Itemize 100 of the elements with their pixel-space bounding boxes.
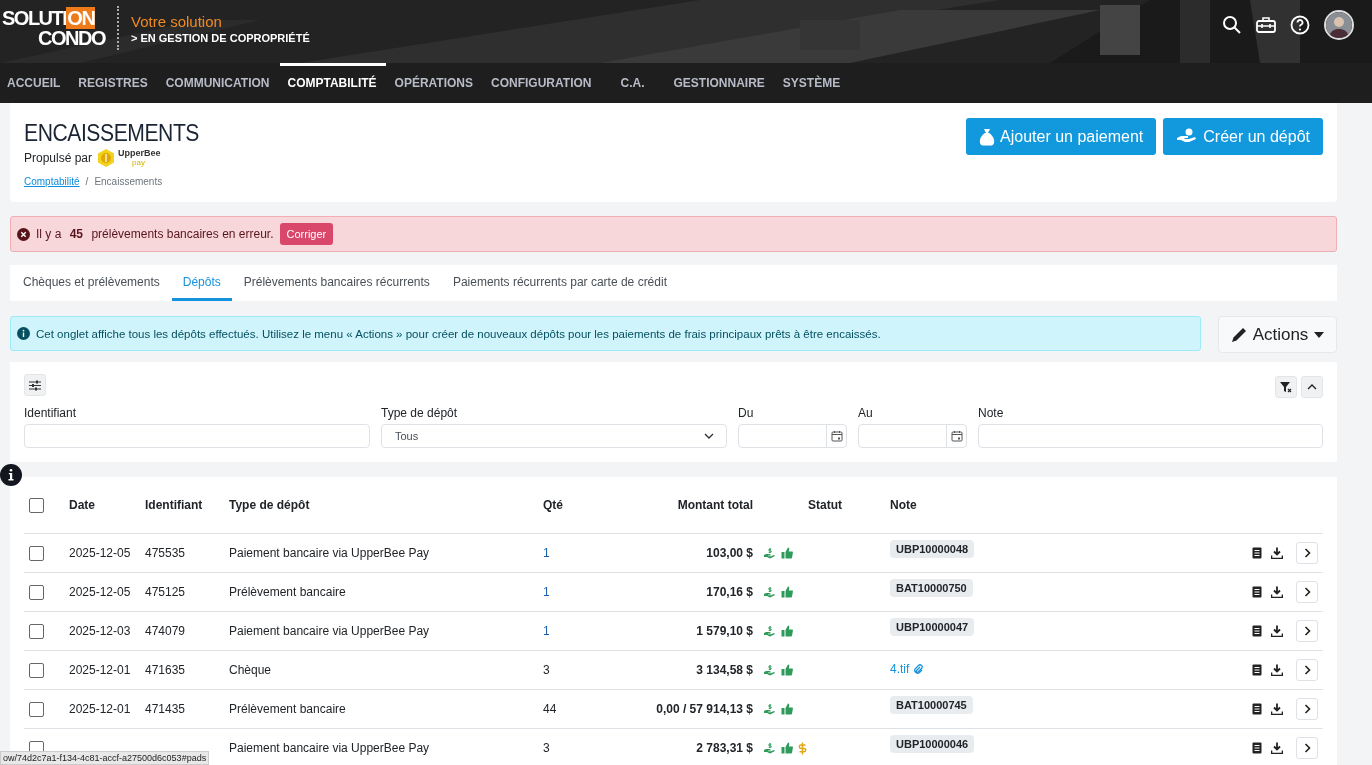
hand-dollar-icon — [763, 702, 776, 716]
info-icon[interactable] — [0, 464, 22, 486]
nav-item[interactable]: ACCUEIL — [0, 63, 70, 103]
subtitle: > EN GESTION DE COPROPRIÉTÉ — [130, 31, 310, 44]
fix-button[interactable]: Corriger — [279, 223, 334, 245]
info-icon — [17, 327, 30, 340]
search-icon[interactable] — [1222, 15, 1242, 35]
paperclip-icon — [913, 663, 924, 675]
nav-item[interactable]: SYSTÈME — [775, 63, 850, 103]
tab[interactable]: Chèques et prélèvements — [12, 265, 171, 301]
type-select[interactable]: Tous — [381, 424, 727, 448]
hand-dollar-icon — [763, 546, 776, 560]
tab[interactable]: Dépôts — [171, 265, 232, 301]
select-all-checkbox[interactable] — [29, 497, 44, 513]
date-cell: 2025-12-05 — [69, 546, 131, 560]
quantity-link[interactable]: 1 — [543, 624, 550, 638]
open-row-button[interactable] — [1296, 737, 1318, 759]
nav-item[interactable]: COMMUNICATION — [158, 63, 279, 103]
document-icon[interactable] — [1252, 703, 1262, 715]
pencil-icon — [1230, 326, 1247, 343]
amount-cell: 2 783,31 $ — [696, 741, 753, 755]
row-checkbox[interactable] — [29, 701, 44, 717]
download-icon[interactable] — [1271, 586, 1283, 598]
document-icon[interactable] — [1252, 586, 1262, 598]
nav-item[interactable]: GESTIONNAIRE — [666, 63, 774, 103]
download-icon[interactable] — [1271, 742, 1283, 754]
type-cell: Paiement bancaire via UpperBee Pay — [229, 624, 430, 638]
partner-sub: pay — [131, 158, 146, 167]
calendar-icon[interactable] — [830, 430, 843, 442]
input-field[interactable] — [978, 424, 1323, 448]
tab[interactable]: Prélèvements bancaires récurrents — [232, 265, 441, 301]
thumbs-up-icon — [781, 664, 793, 676]
help-icon[interactable] — [1290, 15, 1310, 35]
thumbs-up-icon — [781, 547, 793, 559]
type-cell: Prélèvement bancaire — [229, 585, 346, 599]
document-icon[interactable] — [1252, 625, 1262, 637]
input-field[interactable] — [24, 424, 370, 448]
nav-item[interactable]: CONFIGURATION — [484, 63, 601, 103]
open-row-button[interactable] — [1296, 698, 1318, 720]
quantity-cell: 3 — [543, 741, 550, 755]
open-row-button[interactable] — [1296, 542, 1318, 564]
amount-cell: 1 579,10 $ — [696, 624, 753, 638]
filter-settings-button[interactable] — [24, 374, 46, 396]
nav-item[interactable]: REGISTRES — [71, 63, 157, 103]
amount-cell: 0,00 / 57 914,13 $ — [656, 702, 753, 716]
toolbox-icon[interactable] — [1256, 16, 1276, 34]
clear-filter-button[interactable] — [1275, 376, 1297, 398]
quantity-cell: 3 — [543, 663, 550, 677]
document-icon[interactable] — [1252, 742, 1262, 754]
chevron-right-icon — [1303, 548, 1311, 558]
open-row-button[interactable] — [1296, 581, 1318, 603]
sliders-icon — [29, 379, 41, 391]
row-checkbox[interactable] — [29, 623, 44, 639]
file-link[interactable]: 4.tif — [890, 662, 924, 676]
calendar-icon[interactable] — [950, 430, 963, 442]
powered-by-label: Propulsé par — [24, 151, 93, 165]
tab[interactable]: Paiements récurrents par carte de crédit — [441, 265, 678, 301]
quantity-link[interactable]: 1 — [543, 585, 550, 599]
type-cell: Prélèvement bancaire — [229, 702, 346, 716]
hexagon-coin-icon — [96, 148, 117, 168]
download-icon[interactable] — [1271, 547, 1283, 559]
chevron-down-icon — [704, 433, 714, 439]
date-field[interactable] — [858, 424, 967, 448]
actions-button[interactable]: Actions — [1218, 316, 1337, 353]
hand-dollar-icon — [763, 741, 776, 755]
row-checkbox[interactable] — [29, 545, 44, 561]
chevron-right-icon — [1303, 587, 1311, 597]
id-cell: 474079 — [145, 624, 186, 638]
id-cell: 471435 — [145, 702, 186, 716]
field-label: Type de dépôt — [381, 406, 459, 420]
nav-item[interactable]: OPÉRATIONS — [387, 63, 483, 103]
field-label: Du — [738, 406, 755, 420]
avatar[interactable] — [1324, 10, 1354, 40]
document-icon[interactable] — [1252, 664, 1262, 676]
hand-dollar-icon — [763, 663, 776, 677]
row-checkbox[interactable] — [29, 662, 44, 678]
column-header: Type de dépôt — [229, 498, 310, 512]
logo[interactable]: SOLUTION CONDO — [2, 8, 105, 48]
date-field[interactable] — [738, 424, 847, 448]
quantity-link[interactable]: 1 — [543, 546, 550, 560]
type-cell: Paiement bancaire via UpperBee Pay — [229, 741, 430, 755]
nav-item[interactable]: C.A. — [602, 63, 665, 103]
caret-icon — [1314, 331, 1325, 338]
breadcrumb-link[interactable]: Comptabilité — [24, 176, 80, 187]
hand-dollar-icon — [763, 585, 776, 599]
column-header: Statut — [808, 498, 842, 512]
hand-dollar-icon — [763, 624, 776, 638]
date-cell: 2025-12-01 — [69, 663, 131, 677]
chevron-right-icon — [1303, 626, 1311, 636]
open-row-button[interactable] — [1296, 620, 1318, 642]
open-row-button[interactable] — [1296, 659, 1318, 681]
chevron-right-icon — [1303, 743, 1311, 753]
chevron-right-icon — [1303, 665, 1311, 675]
download-icon[interactable] — [1271, 664, 1283, 676]
tagline: Votre solution — [130, 12, 223, 30]
row-checkbox[interactable] — [29, 584, 44, 600]
download-icon[interactable] — [1271, 703, 1283, 715]
note-badge: BAT10000750 — [890, 579, 973, 597]
download-icon[interactable] — [1271, 625, 1283, 637]
document-icon[interactable] — [1252, 547, 1262, 559]
